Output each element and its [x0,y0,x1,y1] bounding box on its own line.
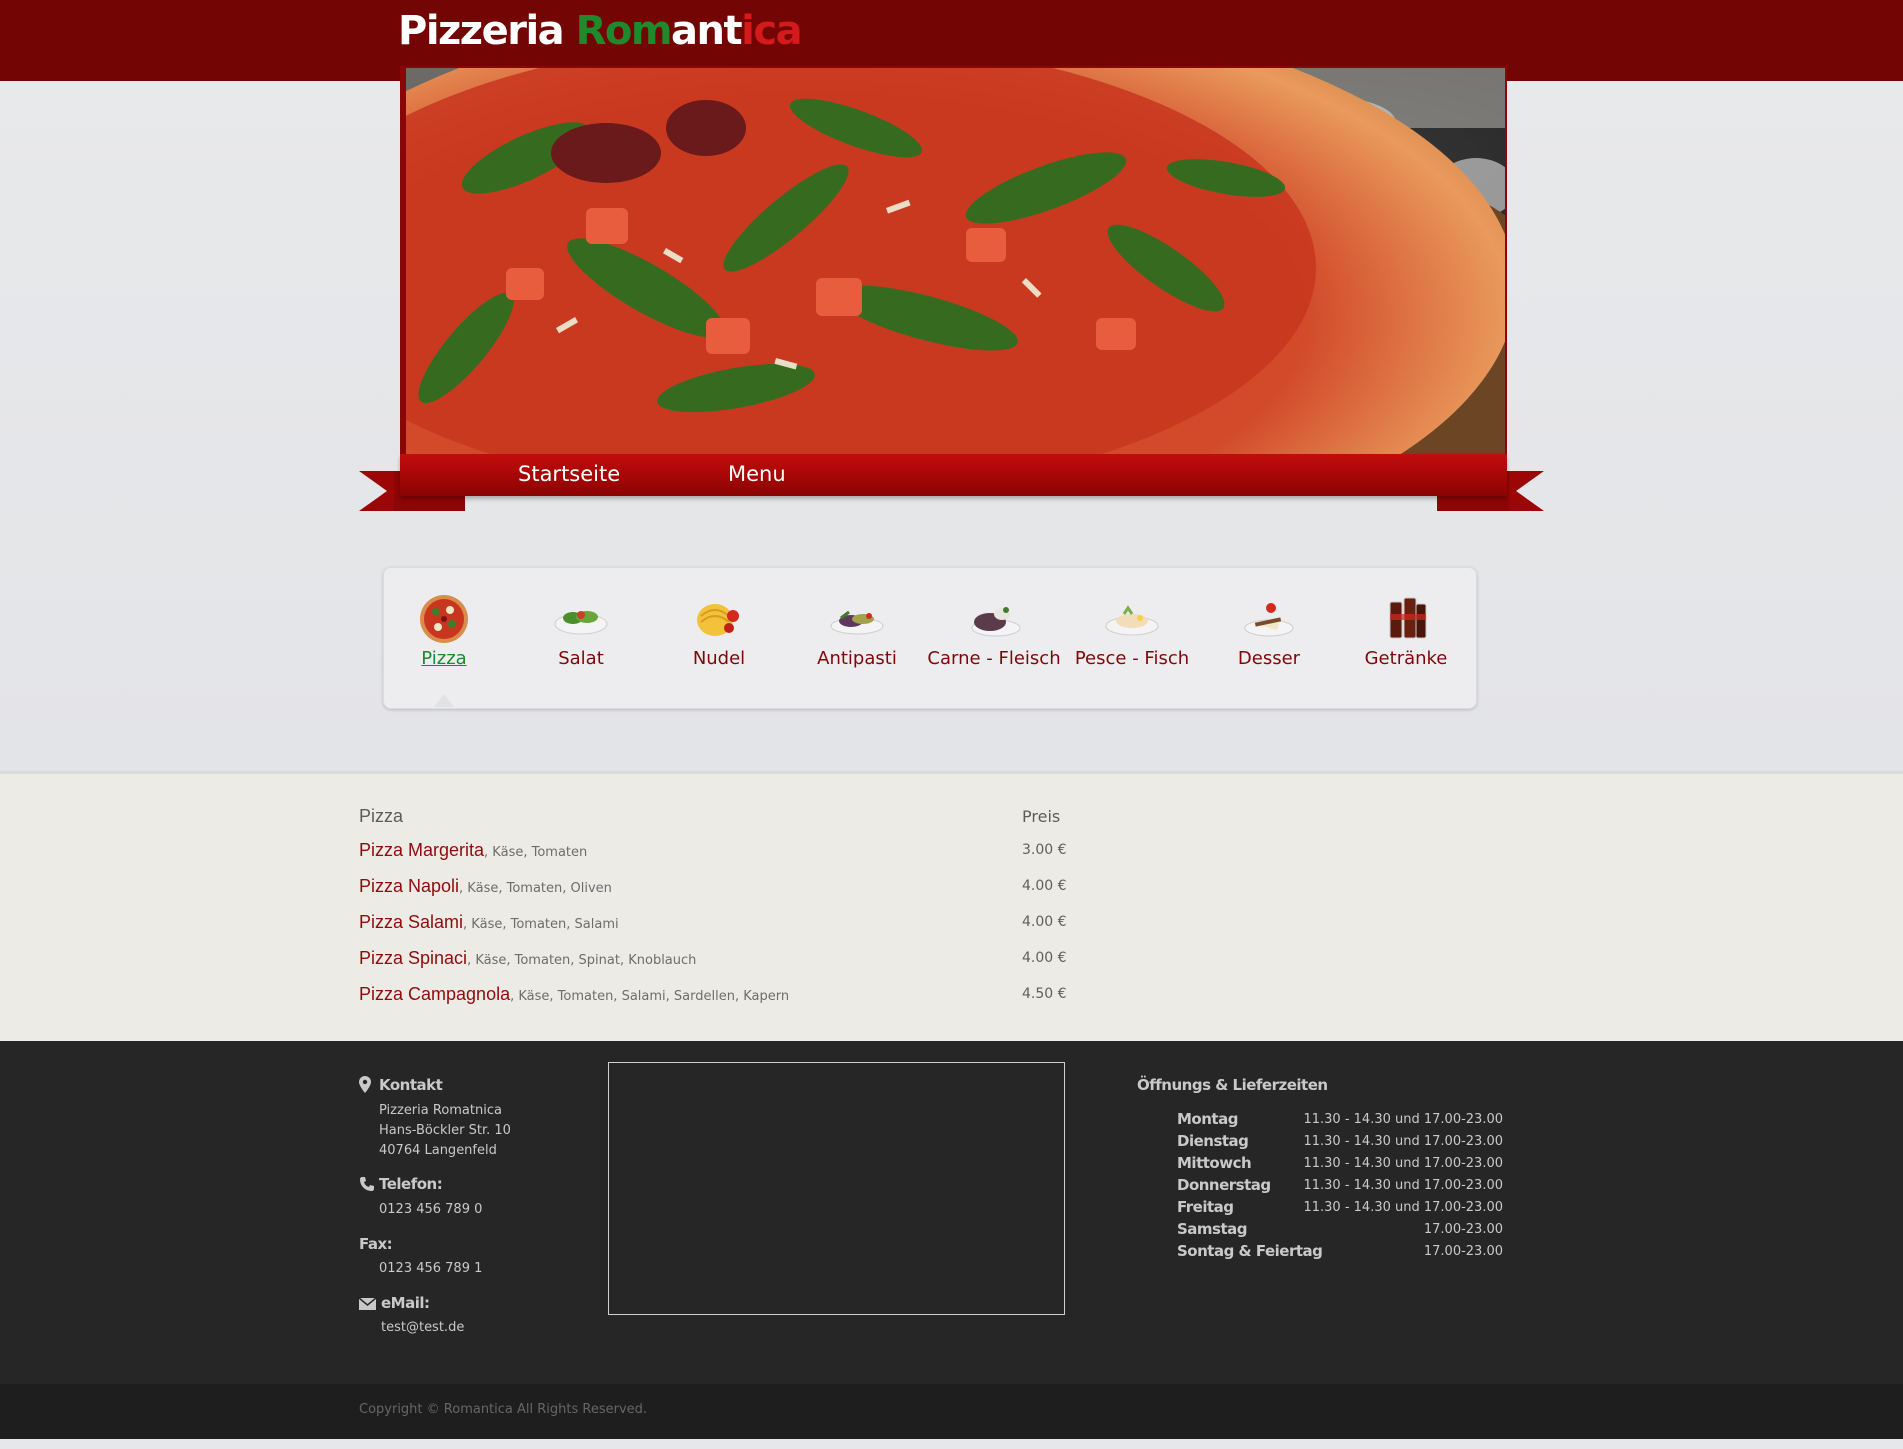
category-label-nudel: Nudel [692,648,746,669]
phone-icon [360,1177,374,1191]
menu-item-name: Pizza Campagnola [359,984,511,1004]
hours-day: Samstag [1177,1220,1248,1238]
meat-icon [971,607,1021,637]
menu-item-name: Pizza Spinaci [359,948,468,968]
main-nav: Startseite Menu [400,454,1507,496]
menu-item-desc: , Käse, Tomaten, Salami [463,917,619,932]
menu-item-price: 3.00 € [1022,842,1067,858]
category-label-pizza: Pizza [421,648,467,669]
hours-heading: Öffnungs & Lieferzeiten [1137,1076,1328,1094]
pasta-icon [697,604,739,636]
active-category-pointer [434,694,454,707]
email-heading: eMail: [381,1294,430,1312]
menu-item[interactable]: Pizza Margerita, Käse, Tomaten 3.00 € [359,838,1079,862]
menu-heading: Pizza [359,806,404,826]
pizza-icon [420,595,468,643]
map-embed[interactable] [608,1062,1065,1315]
category-carne-fleisch[interactable]: Carne - Fleisch [924,590,1064,669]
category-label-pesce-fisch: Pesce - Fisch [1074,648,1190,669]
price-heading: Preis [1022,807,1061,826]
menu-item[interactable]: Pizza Campagnola, Käse, Tomaten, Salami,… [359,982,1079,1006]
category-desser[interactable]: Desser [1199,590,1339,669]
category-label-desser: Desser [1237,648,1301,669]
address-line: Pizzeria Romatnica [379,1103,502,1118]
category-label-salat: Salat [558,648,604,669]
category-getraenke[interactable]: Getränke [1336,590,1476,669]
menu-item-name: Pizza Napoli [359,876,460,896]
hours-time: 11.30 - 14.30 und 17.00-23.00 [1303,1200,1503,1215]
category-salat[interactable]: Salat [511,590,651,669]
address-line: 40764 Langenfeld [379,1143,497,1158]
menu-item-price: 4.00 € [1022,950,1067,966]
nav-startseite[interactable]: Startseite [518,461,620,487]
logo-text-ica: ica [741,8,802,54]
hours-time: 17.00-23.00 [1423,1222,1503,1237]
menu-item[interactable]: Pizza Salami, Käse, Tomaten, Salami 4.00… [359,910,1079,934]
site-logo[interactable]: Pizzeria Romantica [398,4,803,58]
hours-time: 11.30 - 14.30 und 17.00-23.00 [1303,1178,1503,1193]
hours-day: Sontag & Feiertag [1177,1242,1323,1260]
logo-text-rom: Rom [575,8,673,54]
ribbon-notch-left [359,471,394,511]
hours-time: 11.30 - 14.30 und 17.00-23.00 [1303,1134,1503,1149]
hours-day: Montag [1177,1110,1238,1128]
hours-day: Donnerstag [1177,1176,1271,1194]
email-address[interactable]: test@test.de [381,1318,464,1338]
dessert-icon [1244,603,1294,637]
category-pesce-fisch[interactable]: Pesce - Fisch [1062,590,1202,669]
nav-menu[interactable]: Menu [728,461,786,487]
hours-day: Mittowch [1177,1154,1252,1172]
menu-item-price: 4.00 € [1022,914,1067,930]
hours-time: 11.30 - 14.30 und 17.00-23.00 [1303,1156,1503,1171]
email-icon [359,1298,376,1310]
category-antipasti[interactable]: Antipasti [787,590,927,669]
menu-item-name: Pizza Margerita [359,840,485,860]
antipasti-icon [830,610,884,635]
category-label-carne-fleisch: Carne - Fleisch [927,648,1061,669]
salad-icon [554,611,608,635]
hero-pizza-image [406,68,1505,454]
phone-heading: Telefon: [379,1175,443,1193]
menu-item-desc: , Käse, Tomaten, Oliven [459,881,612,896]
drinks-icon [1389,597,1427,639]
address-line: Hans-Böckler Str. 10 [379,1123,511,1138]
hours-time: 11.30 - 14.30 und 17.00-23.00 [1303,1112,1503,1127]
menu-item-price: 4.50 € [1022,986,1067,1002]
fish-icon [1105,605,1159,636]
menu-item-price: 4.00 € [1022,878,1067,894]
hours-time: 17.00-23.00 [1423,1244,1503,1259]
category-label-antipasti: Antipasti [817,648,897,669]
hours-day: Freitag [1177,1198,1234,1216]
contact-heading: Kontakt [379,1076,443,1094]
menu-item-name: Pizza Salami [359,912,464,932]
fax-number: 0123 456 789 1 [379,1261,483,1276]
fax-heading: Fax: [359,1235,393,1253]
copyright-text: Copyright © Romantica All Rights Reserve… [359,1402,648,1417]
category-label-getraenke: Getränke [1364,648,1448,669]
location-pin-icon [359,1076,371,1093]
phone-number[interactable]: 0123 456 789 0 [379,1200,482,1220]
copyright-bar [0,1384,1903,1439]
category-nudel[interactable]: Nudel [649,590,789,669]
category-pizza[interactable]: Pizza [374,590,514,669]
logo-text-ant: ant [671,8,743,54]
menu-item[interactable]: Pizza Napoli, Käse, Tomaten, Oliven 4.00… [359,874,1079,898]
menu-item-desc: , Käse, Tomaten, Salami, Sardellen, Kape… [510,989,790,1004]
menu-item-desc: , Käse, Tomaten, Spinat, Knoblauch [467,953,697,968]
logo-text-pizzeria: Pizzeria [398,8,576,54]
menu-item[interactable]: Pizza Spinaci, Käse, Tomaten, Spinat, Kn… [359,946,1079,970]
ribbon-notch-right [1509,471,1544,511]
hours-day: Dienstag [1177,1132,1249,1150]
bottom-strip [0,1439,1903,1449]
menu-item-desc: , Käse, Tomaten [484,845,588,860]
